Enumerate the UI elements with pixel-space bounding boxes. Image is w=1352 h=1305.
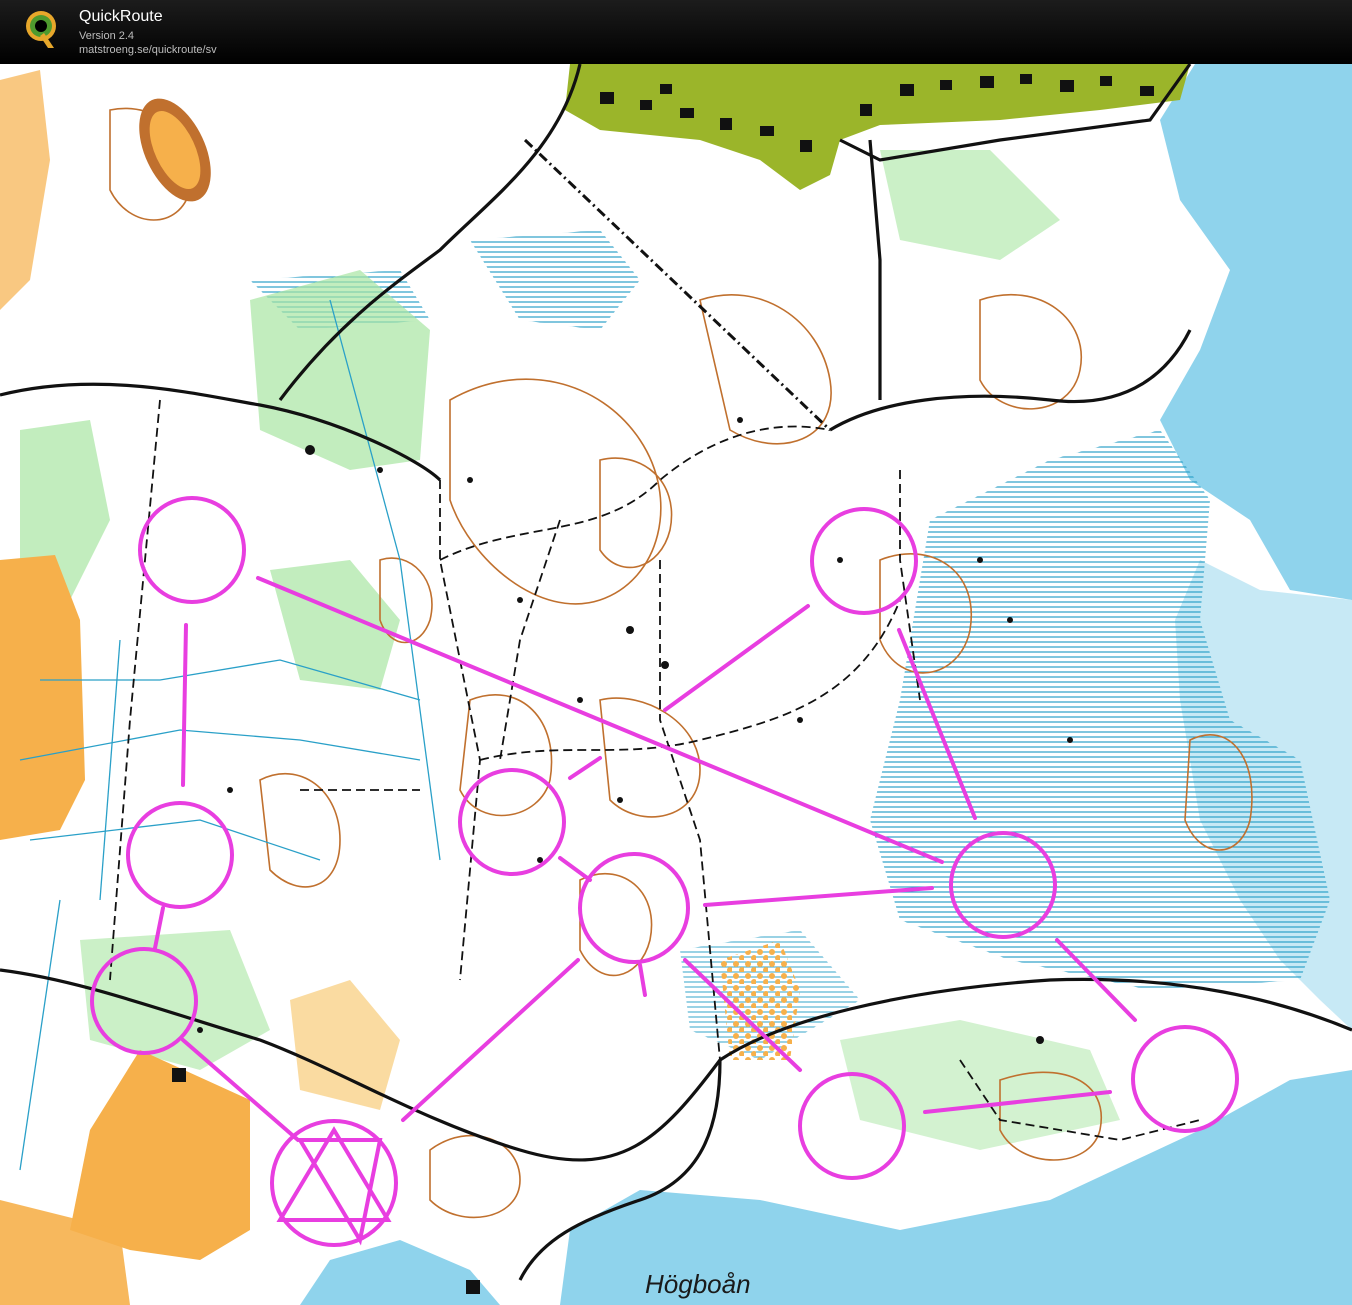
- title-bar: QuickRoute Version 2.4 matstroeng.se/qui…: [0, 0, 1352, 64]
- place-label-hogboan: Högboån: [645, 1269, 751, 1299]
- app-url: matstroeng.se/quickroute/sv: [79, 44, 217, 56]
- app-title: QuickRoute: [79, 8, 163, 25]
- quickroute-logo-icon: [26, 11, 56, 48]
- orienteering-map[interactable]: Högboån: [0, 64, 1352, 1305]
- app-version: Version 2.4: [79, 30, 135, 42]
